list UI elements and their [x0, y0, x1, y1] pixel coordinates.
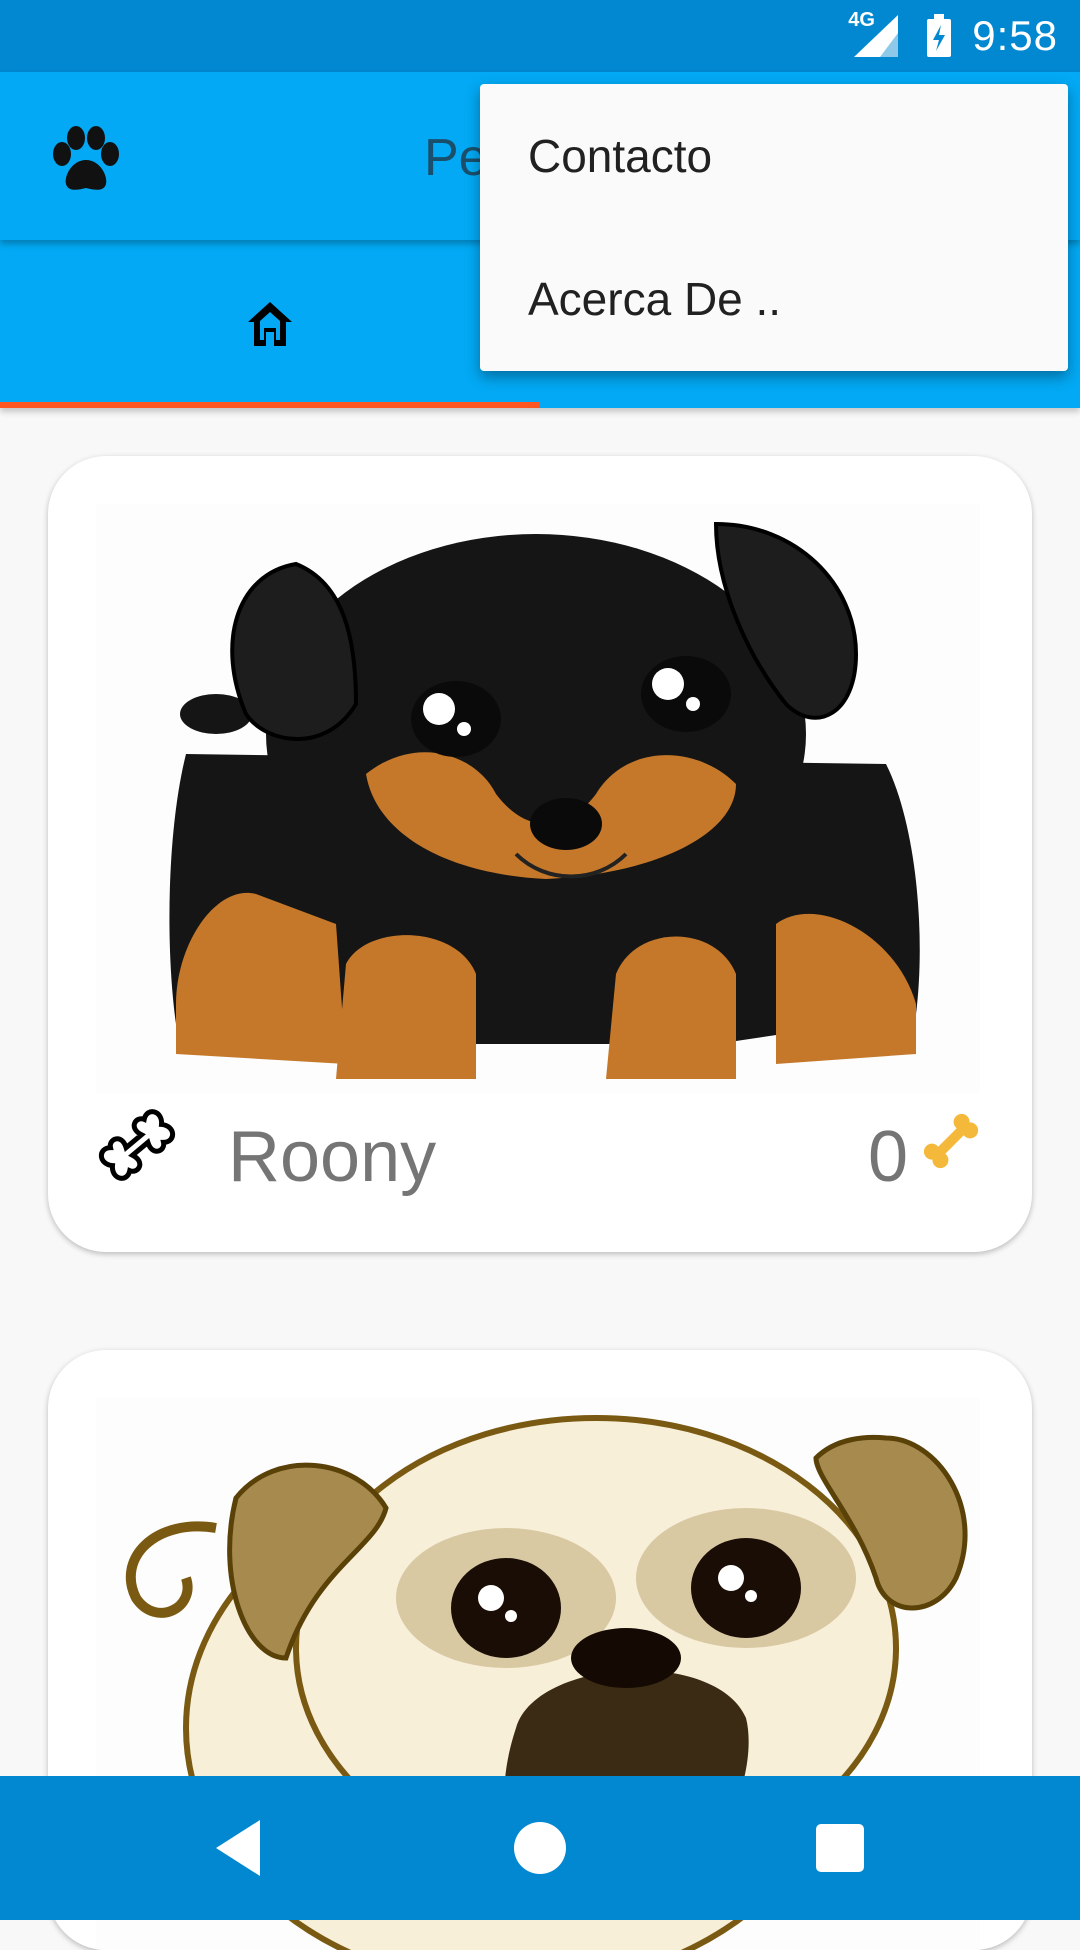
tab-indicator [0, 402, 540, 408]
home-circle-icon[interactable] [504, 1812, 576, 1884]
clock: 9:58 [972, 12, 1058, 59]
menu-item-contacto[interactable]: Contacto [480, 84, 1068, 227]
battery-icon [927, 14, 952, 57]
pet-card[interactable]: Roony 0 [48, 456, 1032, 1252]
menu-item-acerca-de[interactable]: Acerca De .. [480, 227, 1068, 370]
gold-bone-icon[interactable] [916, 1106, 986, 1176]
overflow-menu: Contacto Acerca De .. [480, 84, 1068, 371]
bone-outline-icon[interactable] [92, 1100, 182, 1190]
pet-name: Roony [228, 1117, 437, 1197]
recents-icon[interactable] [804, 1812, 876, 1884]
bone-count: 0 [868, 1117, 909, 1197]
home-icon [248, 302, 292, 346]
pet-image-rottweiler [96, 504, 980, 1094]
tab-home[interactable] [0, 240, 540, 408]
system-nav-bar [0, 1776, 1080, 1920]
paw-icon[interactable] [44, 118, 128, 202]
status-bar: 4G 9:58 [0, 0, 1080, 72]
signal-icon: 4G [846, 9, 906, 59]
network-type: 4G [848, 9, 875, 31]
back-icon[interactable] [204, 1812, 276, 1884]
app-title: Pe [424, 129, 488, 187]
